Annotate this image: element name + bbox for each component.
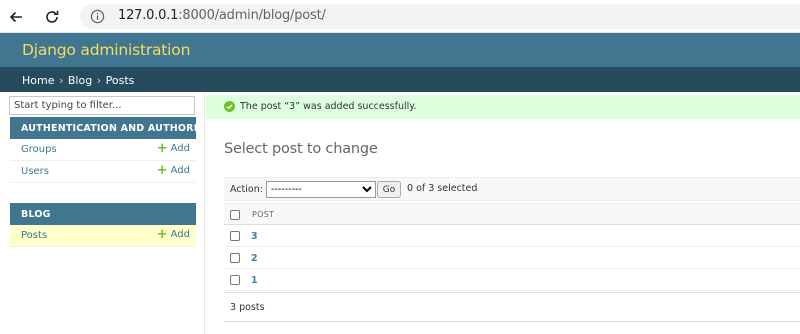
row-checkbox[interactable]	[230, 275, 240, 285]
admin-header: Django administration	[0, 33, 800, 67]
add-icon: +	[156, 162, 168, 178]
reload-button[interactable]	[41, 6, 63, 28]
url-text[interactable]: 127.0.0.1:8000/admin/blog/post/	[118, 8, 326, 23]
users-add-link[interactable]: + Add	[156, 162, 190, 178]
post-link[interactable]: 3	[251, 231, 258, 242]
site-title[interactable]: Django administration	[22, 41, 190, 59]
sidebar-item-posts: Posts + Add	[10, 225, 196, 247]
sidebar-item-groups-link[interactable]: Groups	[21, 144, 57, 155]
action-bar: Action: --------- Go 0 of 3 selected	[224, 177, 800, 201]
module-caption-blog[interactable]: BLOG	[10, 203, 196, 225]
site-info-icon[interactable]	[90, 9, 105, 24]
posts-add-link[interactable]: + Add	[156, 226, 190, 242]
back-arrow-icon	[9, 11, 22, 23]
selection-counter: 0 of 3 selected	[407, 183, 478, 194]
breadcrumb-separator: ›	[58, 74, 64, 87]
breadcrumb-current: Posts	[105, 74, 135, 87]
url-host: 127.0.0.1	[118, 8, 179, 23]
table-row: 3	[224, 225, 800, 247]
column-header-post[interactable]: POST	[252, 210, 274, 219]
success-message: The post “3” was added successfully.	[206, 95, 800, 119]
breadcrumb-separator: ›	[96, 74, 102, 87]
nav-sidebar: AUTHENTICATION AND AUTHORIZATION Groups …	[0, 92, 238, 334]
post-link[interactable]: 1	[251, 275, 258, 286]
breadcrumb: Home › Blog › Posts	[0, 67, 800, 92]
page-title: Select post to change	[224, 141, 378, 157]
table-header: POST	[224, 203, 800, 225]
paginator: 3 posts	[224, 292, 800, 322]
post-link[interactable]: 2	[251, 253, 258, 264]
action-label: Action:	[230, 184, 263, 195]
result-list: POST 3 2 1	[224, 203, 800, 291]
module-blog: BLOG Posts + Add	[10, 203, 196, 247]
add-label: Add	[170, 229, 190, 240]
breadcrumb-blog[interactable]: Blog	[68, 74, 92, 87]
add-icon: +	[156, 226, 168, 242]
sidebar-item-posts-link[interactable]: Posts	[21, 230, 47, 241]
table-row: 1	[224, 269, 800, 291]
breadcrumb-home[interactable]: Home	[22, 74, 54, 87]
row-checkbox[interactable]	[230, 231, 240, 241]
go-button[interactable]: Go	[377, 181, 401, 198]
table-row: 2	[224, 247, 800, 269]
module-caption-auth[interactable]: AUTHENTICATION AND AUTHORIZATION	[10, 117, 238, 139]
address-bar[interactable]: 127.0.0.1:8000/admin/blog/post/	[80, 4, 800, 29]
sidebar-item-groups: Groups + Add	[10, 139, 196, 161]
add-icon: +	[156, 140, 168, 156]
success-message-text: The post “3” was added successfully.	[240, 101, 417, 112]
reload-icon	[46, 10, 59, 23]
sidebar-item-users: Users + Add	[10, 161, 196, 183]
select-all-checkbox[interactable]	[230, 210, 240, 220]
sidebar-filter-input[interactable]	[9, 96, 195, 115]
back-button[interactable]	[5, 6, 27, 28]
url-path: :8000/admin/blog/post/	[178, 8, 326, 23]
row-checkbox[interactable]	[230, 253, 240, 263]
module-auth: AUTHENTICATION AND AUTHORIZATION Groups …	[10, 117, 238, 183]
groups-add-link[interactable]: + Add	[156, 140, 190, 156]
add-label: Add	[170, 143, 190, 154]
action-select[interactable]: ---------	[266, 181, 376, 198]
success-check-icon	[224, 101, 235, 112]
browser-toolbar: 127.0.0.1:8000/admin/blog/post/	[0, 0, 800, 33]
sidebar-item-users-link[interactable]: Users	[21, 166, 49, 177]
add-label: Add	[170, 165, 190, 176]
